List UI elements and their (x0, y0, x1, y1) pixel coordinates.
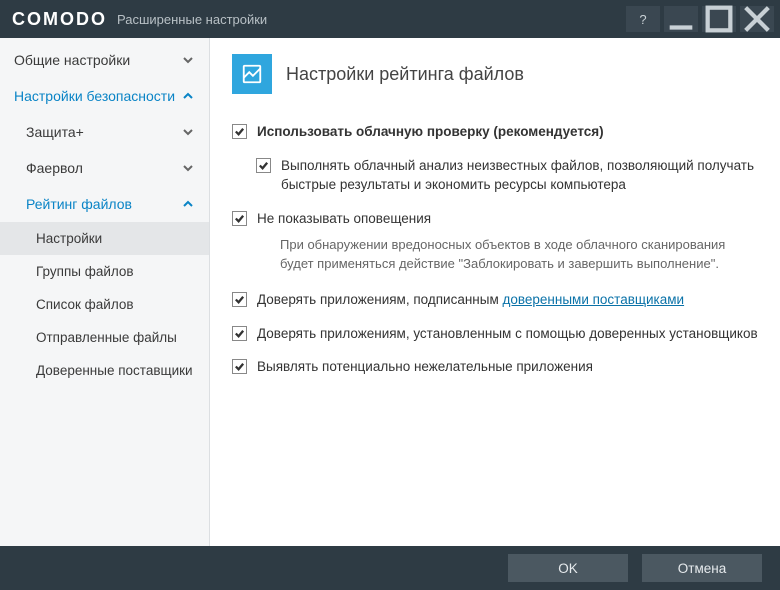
option-label: Выполнять облачный анализ неизвестных фа… (281, 156, 758, 195)
chevron-up-icon (181, 89, 195, 103)
option-label: Доверять приложениям, подписанным довере… (257, 290, 684, 310)
sidebar-item-label: Общие настройки (14, 52, 130, 68)
sidebar-item-file-rating[interactable]: Рейтинг файлов (0, 186, 209, 222)
help-button[interactable]: ? (626, 6, 660, 32)
titlebar: COMODO Расширенные настройки ? (0, 0, 780, 38)
chevron-down-icon (181, 161, 195, 175)
text: Доверять приложениям, подписанным (257, 292, 503, 307)
page-header: Настройки рейтинга файлов (232, 54, 758, 94)
option-trust-signed[interactable]: Доверять приложениям, подписанным довере… (232, 290, 758, 310)
checkbox-checked-icon[interactable] (232, 292, 247, 307)
close-button[interactable] (740, 6, 774, 32)
checkbox-checked-icon[interactable] (232, 359, 247, 374)
file-rating-icon (232, 54, 272, 94)
sidebar: Общие настройки Настройки безопасности З… (0, 38, 210, 546)
sidebar-item-label: Настройки безопасности (14, 88, 175, 104)
brand-logo: COMODO (12, 9, 107, 30)
page-title: Настройки рейтинга файлов (286, 64, 524, 85)
checkbox-checked-icon[interactable] (232, 211, 247, 226)
option-no-alerts-desc: При обнаружении вредоносных объектов в х… (280, 236, 758, 274)
sidebar-leaf-file-list[interactable]: Список файлов (0, 288, 209, 321)
option-detect-pua[interactable]: Выявлять потенциально нежелательные прил… (232, 357, 758, 377)
minimize-button[interactable] (664, 6, 698, 32)
sidebar-item-label: Защита+ (26, 124, 84, 140)
sidebar-leaf-settings[interactable]: Настройки (0, 222, 209, 255)
chevron-down-icon (181, 125, 195, 139)
ok-button[interactable]: OK (508, 554, 628, 582)
sidebar-item-defense[interactable]: Защита+ (0, 114, 209, 150)
chevron-down-icon (181, 53, 195, 67)
sidebar-leaf-submitted[interactable]: Отправленные файлы (0, 321, 209, 354)
sidebar-item-general[interactable]: Общие настройки (0, 42, 209, 78)
body: Общие настройки Настройки безопасности З… (0, 38, 780, 546)
option-label: Выявлять потенциально нежелательные прил… (257, 357, 593, 377)
option-trust-installers[interactable]: Доверять приложениям, установленным с по… (232, 324, 758, 344)
cancel-button[interactable]: Отмена (642, 554, 762, 582)
option-cloud-lookup[interactable]: Использовать облачную проверку (рекоменд… (232, 122, 758, 142)
footer: OK Отмена (0, 546, 780, 590)
option-cloud-analyze[interactable]: Выполнять облачный анализ неизвестных фа… (256, 156, 758, 195)
option-no-alerts[interactable]: Не показывать оповещения (232, 209, 758, 229)
checkbox-checked-icon[interactable] (232, 326, 247, 341)
option-label: Доверять приложениям, установленным с по… (257, 324, 758, 344)
trusted-vendors-link[interactable]: доверенными поставщиками (503, 292, 685, 307)
maximize-button[interactable] (702, 6, 736, 32)
chevron-up-icon (181, 197, 195, 211)
window-title: Расширенные настройки (117, 12, 267, 27)
window-controls: ? (622, 6, 774, 32)
option-label: Не показывать оповещения (257, 209, 431, 229)
sidebar-leaf-trusted-vendors[interactable]: Доверенные поставщики (0, 354, 209, 387)
content-panel: Настройки рейтинга файлов Использовать о… (210, 38, 780, 546)
option-label: Использовать облачную проверку (рекоменд… (257, 122, 604, 142)
sidebar-item-label: Фаервол (26, 160, 83, 176)
sidebar-item-label: Рейтинг файлов (26, 196, 132, 212)
sidebar-leaf-file-groups[interactable]: Группы файлов (0, 255, 209, 288)
checkbox-checked-icon[interactable] (232, 124, 247, 139)
advanced-settings-window: COMODO Расширенные настройки ? Общие нас… (0, 0, 780, 590)
sidebar-item-security[interactable]: Настройки безопасности (0, 78, 209, 114)
sidebar-item-firewall[interactable]: Фаервол (0, 150, 209, 186)
checkbox-checked-icon[interactable] (256, 158, 271, 173)
